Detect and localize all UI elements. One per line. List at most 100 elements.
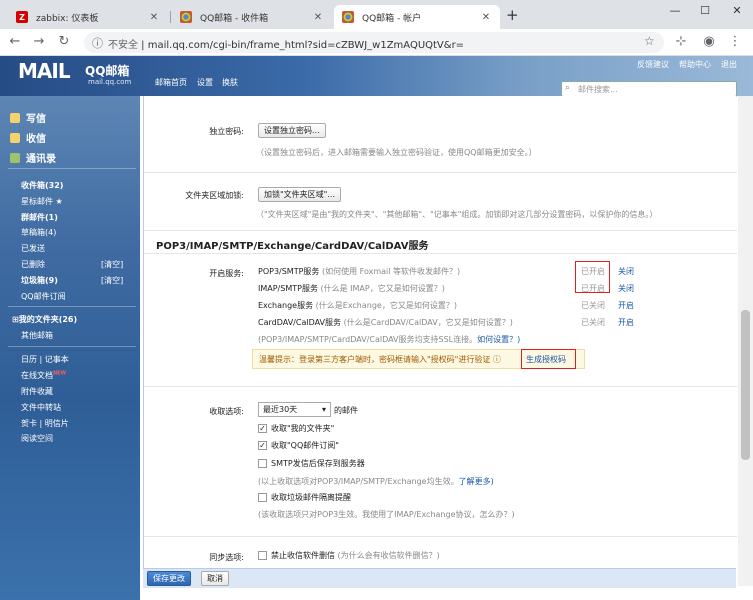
folder-subscriptions[interactable]: QQ邮件订阅: [21, 291, 66, 302]
service-name: CardDAV/CalDAV服务: [258, 318, 342, 327]
learn-more-link[interactable]: 了解更多): [459, 477, 494, 486]
sidebar: 写信 收信 通讯录 收件箱(32) 星标邮件 ★ 群邮件(1) 草稿箱(4) 已…: [0, 96, 140, 600]
nav-skin-link[interactable]: 换肤: [222, 77, 238, 88]
browser-tab-account[interactable]: QQ邮箱 - 帐户 ✕: [334, 5, 500, 29]
back-icon[interactable]: ←: [6, 34, 24, 50]
maximize-icon[interactable]: ☐: [690, 4, 720, 17]
compose-button[interactable]: 写信: [10, 110, 46, 125]
app-reading-space[interactable]: 阅读空间: [21, 433, 53, 444]
mail-logo[interactable]: MAIL: [18, 59, 71, 83]
receive-button[interactable]: 收信: [10, 130, 46, 145]
service-name: Exchange服务: [258, 301, 314, 310]
close-tab-icon[interactable]: ✕: [148, 12, 160, 23]
save-changes-button[interactable]: 保存更改: [147, 571, 191, 586]
divider: [144, 536, 737, 537]
folder-inbox[interactable]: 收件箱(32): [21, 180, 63, 191]
browser-tab-zabbix[interactable]: Z zabbix: 仪表板 ✕: [8, 5, 168, 29]
folder-drafts[interactable]: 草稿箱(4): [21, 227, 56, 238]
folder-spam[interactable]: 垃圾箱(9): [21, 275, 58, 286]
sync-options-label: 同步选项:: [209, 553, 244, 562]
imap-toggle-link[interactable]: 关闭: [618, 283, 634, 294]
checkbox-checked[interactable]: ✓: [258, 424, 267, 433]
search-placeholder: 邮件搜索...: [578, 85, 618, 94]
carddav-toggle-link[interactable]: 开启: [618, 317, 634, 328]
contacts-button[interactable]: 通讯录: [10, 150, 56, 165]
sidebar-divider: [8, 306, 136, 307]
mail-search-input[interactable]: ⌕ 邮件搜索...: [561, 81, 737, 97]
app-cards[interactable]: 贺卡 | 明信片: [21, 418, 69, 429]
sidebar-divider: [8, 346, 136, 347]
tip-text: 温馨提示：登录第三方客户端时，密码框请输入"授权码"进行验证: [259, 355, 491, 364]
receive-range-suffix: 的邮件: [334, 406, 358, 415]
no-client-delete-option[interactable]: 禁止收信软件删信 (为什么会有收信软件删信？): [258, 550, 440, 561]
my-folders[interactable]: ⊞我的文件夹(26): [12, 314, 77, 325]
app-file-transfer[interactable]: 文件中转站: [21, 402, 61, 413]
close-tab-icon[interactable]: ✕: [480, 12, 492, 23]
folder-lock-desc: （"文件夹区域"是由"我的文件夹"、"其他邮箱"、"记事本"组成。加锁即对这几部…: [256, 210, 658, 219]
forward-icon[interactable]: →: [30, 34, 48, 50]
standalone-password-desc: （设置独立密码后，进入邮箱需要输入独立密码验证，使用QQ邮箱更加安全。）: [256, 148, 537, 157]
app-online-docs[interactable]: 在线文档NEW: [21, 370, 66, 381]
help-link[interactable]: 帮助中心: [679, 59, 711, 70]
menu-kebab-icon[interactable]: ⋮: [726, 34, 744, 50]
nav-settings-link[interactable]: 设置: [197, 77, 213, 88]
browser-tab-inbox[interactable]: QQ邮箱 - 收件箱 ✕: [172, 5, 332, 29]
app-attachments[interactable]: 附件收藏: [21, 386, 53, 397]
generate-auth-code-link[interactable]: 生成授权码: [526, 354, 566, 365]
exchange-toggle-link[interactable]: 开启: [618, 300, 634, 311]
pop3-toggle-link[interactable]: 关闭: [618, 266, 634, 277]
service-help-link[interactable]: (什么是 IMAP，它又是如何设置？): [321, 284, 445, 293]
ssl-howto-link[interactable]: 如何设置？): [477, 335, 520, 344]
folder-trash[interactable]: 已删除: [21, 259, 45, 270]
receive-my-folders-option[interactable]: ✓ 收取"我的文件夹": [258, 423, 334, 434]
checkbox-checked[interactable]: ✓: [258, 441, 267, 450]
app-calendar-notes[interactable]: 日历 | 记事本: [21, 354, 69, 365]
service-row-exchange: Exchange服务 (什么是Exchange，它又是如何设置？): [258, 300, 457, 311]
standalone-password-label: 独立密码:: [209, 127, 244, 136]
sidebar-divider: [8, 168, 136, 169]
empty-trash-link[interactable]: [清空]: [101, 259, 123, 270]
minimize-icon[interactable]: —: [660, 4, 690, 17]
tab-title: QQ邮箱 - 收件箱: [200, 13, 269, 24]
close-window-icon[interactable]: ✕: [722, 4, 752, 17]
sync-hint-link[interactable]: (为什么会有收信软件删信？): [338, 550, 440, 561]
feedback-link[interactable]: 反馈建议: [637, 59, 669, 70]
checkbox-unchecked[interactable]: [258, 459, 267, 468]
chrome-favicon-icon: [342, 11, 354, 23]
save-smtp-option[interactable]: SMTP发信后保存到服务器: [258, 458, 365, 469]
folder-sent[interactable]: 已发送: [21, 243, 45, 254]
carddav-status: 已关闭: [581, 318, 605, 327]
junk-reminder-option[interactable]: 收取垃圾邮件隔离提醒: [258, 492, 351, 503]
help-circle-icon[interactable]: ⓘ: [493, 355, 501, 364]
receive-subscriptions-option[interactable]: ✓ 收取"QQ邮件订阅": [258, 440, 339, 451]
other-mailboxes[interactable]: 其他邮箱: [21, 330, 53, 341]
lock-folder-area-button[interactable]: 加锁"文件夹区域"...: [258, 187, 341, 202]
info-icon[interactable]: ⓘ: [92, 35, 103, 51]
extension-icon[interactable]: ⊹: [672, 34, 690, 50]
receive-range-select[interactable]: 最近30天 ▾: [258, 402, 331, 417]
set-standalone-password-button[interactable]: 设置独立密码...: [258, 123, 326, 138]
service-help-link[interactable]: (如何使用 Foxmail 等软件收发邮件？): [322, 267, 460, 276]
folder-group[interactable]: 群邮件(1): [21, 212, 58, 223]
profile-avatar-icon[interactable]: ◉: [700, 34, 718, 50]
logout-link[interactable]: 退出: [721, 59, 737, 70]
reload-icon[interactable]: ↻: [55, 34, 73, 50]
address-bar[interactable]: ⓘ 不安全 | mail.qq.com/cgi-bin/frame_html?s…: [84, 32, 664, 53]
cancel-button[interactable]: 取消: [201, 571, 229, 586]
nav-home-link[interactable]: 邮箱首页: [155, 77, 187, 88]
checkbox-unchecked[interactable]: [258, 493, 267, 502]
mail-header: MAIL QQ邮箱 mail.qq.com 邮箱首页 设置 换肤 反馈建议 帮助…: [0, 56, 753, 97]
service-help-link[interactable]: (什么是CardDAV/CalDAV，它又是如何设置？): [344, 318, 513, 327]
bookmark-star-icon[interactable]: ☆: [644, 34, 655, 48]
close-tab-icon[interactable]: ✕: [312, 12, 324, 23]
receive-note-text: (以上收取选项对POP3/IMAP/SMTP/Exchange均生效。: [258, 477, 459, 486]
search-icon: ⌕: [565, 83, 571, 93]
service-help-link[interactable]: (什么是Exchange，它又是如何设置？): [316, 301, 457, 310]
option-label: 收取"QQ邮件订阅": [271, 441, 339, 450]
scrollbar-thumb[interactable]: [741, 310, 750, 460]
empty-spam-link[interactable]: [清空]: [101, 275, 123, 286]
folder-starred[interactable]: 星标邮件 ★: [21, 196, 63, 207]
enable-service-label: 开启服务:: [209, 269, 244, 278]
checkbox-unchecked[interactable]: [258, 551, 267, 560]
new-tab-button[interactable]: +: [506, 6, 519, 24]
